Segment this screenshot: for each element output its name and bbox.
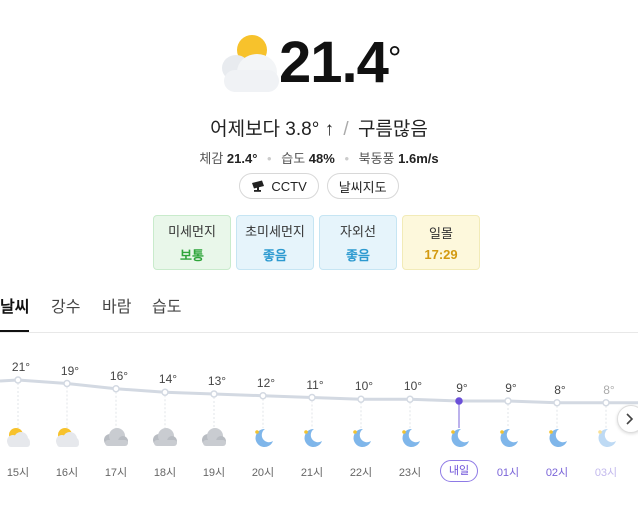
moon-icon — [353, 428, 371, 447]
weather-map-button[interactable]: 날씨지도 — [326, 173, 399, 199]
wind-label: 북동풍 — [358, 151, 395, 166]
hour-temperature: 19° — [60, 363, 80, 378]
temperature-point — [357, 395, 365, 403]
condition-text: 구름많음 — [357, 119, 428, 140]
card-value: 좋음 — [263, 248, 287, 263]
dot-separator: • — [344, 151, 349, 166]
card-label: 초미세먼지 — [245, 224, 305, 239]
moon-icon — [500, 428, 518, 447]
hour-temperature: 21° — [11, 360, 31, 374]
weather-summary: 어제보다 3.8° ↑ / 구름많음 — [0, 114, 638, 141]
sun-behind-cloud-icon — [222, 35, 279, 92]
hour-temperature: 13° — [207, 374, 227, 388]
hour-label: 16시 — [55, 467, 79, 479]
cloudy-icon — [153, 428, 177, 446]
temperature-point — [602, 399, 610, 407]
next-button[interactable] — [617, 405, 638, 433]
card-ultrafine-dust[interactable]: 초미세먼지 좋음 — [236, 215, 314, 270]
tomorrow-label: 내일 — [440, 460, 478, 482]
cctv-icon — [252, 180, 265, 192]
hour-label: 18시 — [153, 467, 177, 479]
hour-temperature: 9° — [456, 381, 468, 395]
dot-separator: • — [267, 151, 272, 166]
temperature-point — [14, 376, 22, 384]
card-uv[interactable]: 자외선 좋음 — [319, 215, 397, 270]
tab-humidity[interactable]: 습도 — [152, 296, 181, 330]
cloudy-icon — [202, 428, 226, 446]
partly-cloudy-sun-icon — [7, 428, 30, 447]
hour-label: 20시 — [251, 467, 275, 479]
card-value: 보통 — [180, 248, 204, 263]
hour-temperature: 8° — [603, 382, 615, 397]
hour-label: 23시 — [398, 467, 422, 479]
temperature-point — [63, 379, 71, 388]
separator: / — [343, 119, 349, 140]
hour-label: 02시 — [545, 467, 569, 479]
hour-label: 17시 — [104, 467, 128, 479]
hour-temperature: 11° — [306, 377, 324, 392]
temperature-point — [308, 393, 316, 402]
card-fine-dust[interactable]: 미세먼지 보통 — [153, 215, 231, 270]
temperature-point — [161, 388, 169, 396]
wind-value: 1.6m/s — [398, 151, 439, 166]
weather-details: 체감 21.4° • 습도 48% • 북동풍 1.6m/s — [0, 148, 638, 167]
temperature-point — [406, 395, 414, 403]
moon-icon — [549, 428, 567, 447]
hour-label: 15시 — [6, 467, 30, 479]
card-sunset[interactable]: 일몰 17:29 — [402, 215, 480, 270]
forecast-tabs: 날씨 강수 바람 습도 — [0, 296, 638, 333]
hour-temperature: 10° — [403, 379, 423, 394]
humidity-label: 습도 — [281, 151, 306, 166]
temperature-point — [553, 399, 561, 407]
hour-label: 19시 — [202, 467, 226, 479]
temperature-point — [455, 397, 463, 405]
card-value: 17:29 — [424, 247, 458, 262]
yesterday-compare: 어제보다 3.8° ↑ — [210, 119, 335, 140]
tab-wind[interactable]: 바람 — [102, 296, 131, 330]
feels-like-value: 21.4° — [226, 151, 258, 166]
temperature-point — [210, 390, 218, 398]
card-label: 일몰 — [429, 226, 453, 241]
chip-row: CCTV 날씨지도 — [0, 173, 638, 199]
partly-cloudy-sun-icon — [56, 428, 79, 447]
hour-temperature: 9° — [505, 381, 517, 395]
hour-temperature: 14° — [158, 372, 178, 387]
moon-icon — [304, 428, 322, 447]
temperature-point — [112, 385, 120, 393]
hour-temperature: 12° — [256, 375, 276, 390]
tab-precipitation[interactable]: 강수 — [51, 296, 80, 330]
hour-temperature: 10° — [354, 379, 374, 394]
feels-like-label: 체감 — [199, 151, 224, 166]
card-label: 자외선 — [340, 224, 376, 239]
current-temperature: 21.4° — [279, 30, 401, 95]
hourly-forecast: 21° 15시 19° 16시 16° 17시 14° 18시 13° 19시 12° 20시 11° 2… — [0, 350, 638, 500]
moon-icon — [598, 428, 616, 447]
humidity-value: 48% — [308, 151, 335, 166]
moon-icon — [451, 428, 469, 447]
chevron-right-icon — [626, 413, 634, 425]
moon-icon — [255, 428, 273, 447]
cctv-button[interactable]: CCTV — [239, 173, 319, 199]
hour-label: 03시 — [594, 467, 618, 479]
air-quality-cards: 미세먼지 보통 초미세먼지 좋음 자외선 좋음 일몰 17:29 — [153, 215, 480, 270]
hour-label: 01시 — [496, 467, 520, 479]
hour-label: 21시 — [300, 467, 324, 479]
temperature-point — [259, 392, 267, 400]
current-weather: 21.4° — [0, 0, 638, 110]
card-label: 미세먼지 — [168, 224, 216, 239]
cctv-label: CCTV — [271, 178, 307, 194]
tab-weather[interactable]: 날씨 — [0, 296, 30, 332]
weather-map-label: 날씨지도 — [338, 179, 387, 195]
hour-temperature: 8° — [554, 382, 566, 397]
cloudy-icon — [104, 428, 128, 446]
moon-icon — [402, 428, 420, 447]
temperature-point — [504, 397, 512, 405]
hour-label: 22시 — [349, 467, 373, 479]
card-value: 좋음 — [346, 248, 370, 263]
hour-temperature: 16° — [109, 368, 129, 383]
